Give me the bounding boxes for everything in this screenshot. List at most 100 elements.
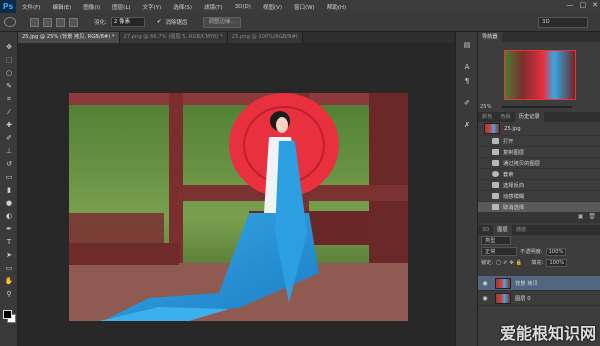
maximize-button[interactable]: □ (580, 1, 587, 9)
menu-filter[interactable]: 滤镜(T) (198, 3, 229, 11)
close-button[interactable]: ✕ (592, 1, 598, 9)
layer-row[interactable]: ◉ 图层 0 (478, 291, 600, 306)
layer-row-selected[interactable]: ◉ 背景 拷贝 (478, 276, 600, 291)
tab-25-png[interactable]: 25.png @ 100%(RGB/8#) (227, 32, 303, 43)
delete-history-icon[interactable]: 🗑 (588, 213, 596, 223)
add-to-selection-icon[interactable] (43, 17, 52, 27)
right-panels: 导航器 25% 颜色 色板 历史记录 25.jpg 打开 复制图层 通过拷贝的图… (477, 32, 600, 346)
navigator-preview[interactable] (478, 42, 600, 102)
menu-type[interactable]: 文字(Y) (137, 3, 168, 11)
eye-icon[interactable]: ◉ (481, 280, 489, 287)
layer-filter-select[interactable]: 类型 (481, 236, 511, 245)
layer-filter-row: 类型 (478, 235, 600, 246)
navigator-zoom-value[interactable]: 25% (480, 104, 492, 110)
new-snapshot-icon[interactable]: ▣ (578, 213, 584, 223)
layer-name[interactable]: 背景 拷贝 (515, 279, 538, 287)
history-step-icon (492, 193, 499, 199)
menu-edit[interactable]: 编辑(E) (46, 3, 77, 11)
history-step-icon (492, 182, 499, 188)
subtract-from-selection-icon[interactable] (56, 17, 65, 27)
menu-layer[interactable]: 图层(L) (106, 3, 136, 11)
quick-select-tool-icon[interactable]: ✎ (4, 81, 14, 91)
menu-image[interactable]: 图像(I) (77, 3, 106, 11)
type-tool-icon[interactable]: T (4, 237, 14, 247)
tab-27-png[interactable]: 27.png @ 66.7% (图层 5, RGB/CMYK) * (119, 32, 228, 43)
tab-history[interactable]: 历史记录 (514, 112, 544, 122)
history-snapshot[interactable]: 25.jpg (478, 122, 600, 136)
navigator-zoom-bar: 25% (478, 102, 600, 111)
tab-3d[interactable]: 3D (478, 225, 493, 235)
watermark-text: 爱能根知识网 (499, 324, 596, 343)
history-step-icon (492, 138, 499, 144)
workspace-select[interactable]: 3D (538, 17, 588, 28)
layer-name[interactable]: 图层 0 (515, 294, 531, 302)
dodge-tool-icon[interactable]: ◐ (4, 211, 14, 221)
history-item[interactable]: 打开 (478, 136, 600, 147)
tab-layers[interactable]: 图层 (493, 225, 512, 235)
adjust-panel-icon[interactable]: ✗ (462, 120, 472, 130)
opacity-input[interactable]: 100% (545, 247, 567, 256)
history-brush-icon[interactable]: ↺ (4, 159, 14, 169)
menu-window[interactable]: 窗口(W) (288, 3, 321, 11)
menu-file[interactable]: 文件(F) (16, 3, 46, 11)
history-item[interactable]: 复制图层 (478, 147, 600, 158)
zoom-tool-icon[interactable]: ⚲ (4, 289, 14, 299)
tab-color[interactable]: 颜色 (478, 112, 496, 122)
gradient-tool-icon[interactable]: ▮ (4, 185, 14, 195)
marquee-tool-icon[interactable]: ⬚ (4, 55, 14, 65)
character-panel-icon[interactable]: A (462, 62, 472, 72)
shape-tool-icon[interactable]: ▭ (4, 263, 14, 273)
menu-view[interactable]: 视图(V) (257, 3, 288, 11)
menu-select[interactable]: 选择(S) (167, 3, 198, 11)
menu-bar: Ps 文件(F) 编辑(E) 图像(I) 图层(L) 文字(Y) 选择(S) 滤… (0, 0, 600, 13)
lock-row: 锁定: ▢✐✥🔒 填充: 100% (478, 257, 600, 268)
antialias-checkbox[interactable]: ✔ (157, 19, 162, 25)
tab-channels[interactable]: 通道 (512, 225, 530, 235)
feather-input[interactable]: 2 像素 (110, 17, 145, 27)
intersect-selection-icon[interactable] (69, 17, 78, 27)
options-bar: 羽化: 2 像素 ✔ 消除锯齿 调整边缘... 3D (0, 13, 600, 32)
menu-3d[interactable]: 3D(D) (229, 4, 257, 10)
brush-tool-icon[interactable]: ✐ (4, 133, 14, 143)
history-item[interactable]: 选择反向 (478, 180, 600, 191)
brush-panel-icon[interactable]: ✐ (462, 98, 472, 108)
blend-mode-select[interactable]: 正常 (481, 247, 517, 256)
paragraph-panel-icon[interactable]: ¶ (462, 76, 472, 86)
foreground-color-swatch[interactable] (3, 310, 12, 319)
refine-edge-button[interactable]: 调整边缘... (203, 16, 241, 28)
path-select-icon[interactable]: ➤ (4, 250, 14, 260)
history-item[interactable]: 动感模糊 (478, 191, 600, 202)
antialias-label: 消除锯齿 (165, 20, 188, 26)
blur-tool-icon[interactable]: ● (4, 198, 14, 208)
history-footer: ▣ 🗑 (478, 213, 600, 223)
menu-help[interactable]: 帮助(H) (321, 3, 352, 11)
document-photo[interactable] (69, 93, 408, 321)
history-panel-icon[interactable]: ▤ (462, 40, 472, 50)
hand-tool-icon[interactable]: ✋ (4, 276, 14, 286)
eye-icon[interactable]: ◉ (481, 295, 489, 302)
tab-swatches[interactable]: 色板 (496, 112, 514, 122)
lock-icons[interactable]: ▢✐✥🔒 (496, 260, 524, 266)
tab-25-jpg[interactable]: 25.jpg @ 25% (背景 拷贝, RGB/8#) * (18, 32, 120, 43)
minimize-button[interactable]: — (567, 1, 574, 9)
lasso-tool-preset-icon[interactable] (4, 17, 16, 27)
fill-input[interactable]: 100% (546, 258, 568, 267)
crop-tool-icon[interactable]: ⌗ (4, 94, 14, 104)
history-item[interactable]: 通过拷贝的图层 (478, 158, 600, 169)
history-item[interactable]: 套索 (478, 169, 600, 180)
layers-tabs: 3D 图层 通道 (478, 225, 600, 235)
move-tool-icon[interactable]: ✥ (4, 42, 14, 52)
history-item-selected[interactable]: 取消选择 (478, 202, 600, 213)
navigator-zoom-slider[interactable] (501, 105, 572, 108)
healing-tool-icon[interactable]: ✚ (4, 120, 14, 130)
lasso-tool-icon[interactable]: ○ (4, 68, 14, 78)
eraser-tool-icon[interactable]: ▭ (4, 172, 14, 182)
tab-navigator[interactable]: 导航器 (478, 32, 502, 42)
photo-image (69, 93, 408, 321)
new-selection-icon[interactable] (30, 17, 39, 27)
layer-thumbnail (495, 277, 511, 289)
fill-label: 填充: (531, 260, 544, 266)
pen-tool-icon[interactable]: ✒ (4, 224, 14, 234)
eyedropper-tool-icon[interactable]: ⁄ (4, 107, 14, 117)
stamp-tool-icon[interactable]: ⊥ (4, 146, 14, 156)
